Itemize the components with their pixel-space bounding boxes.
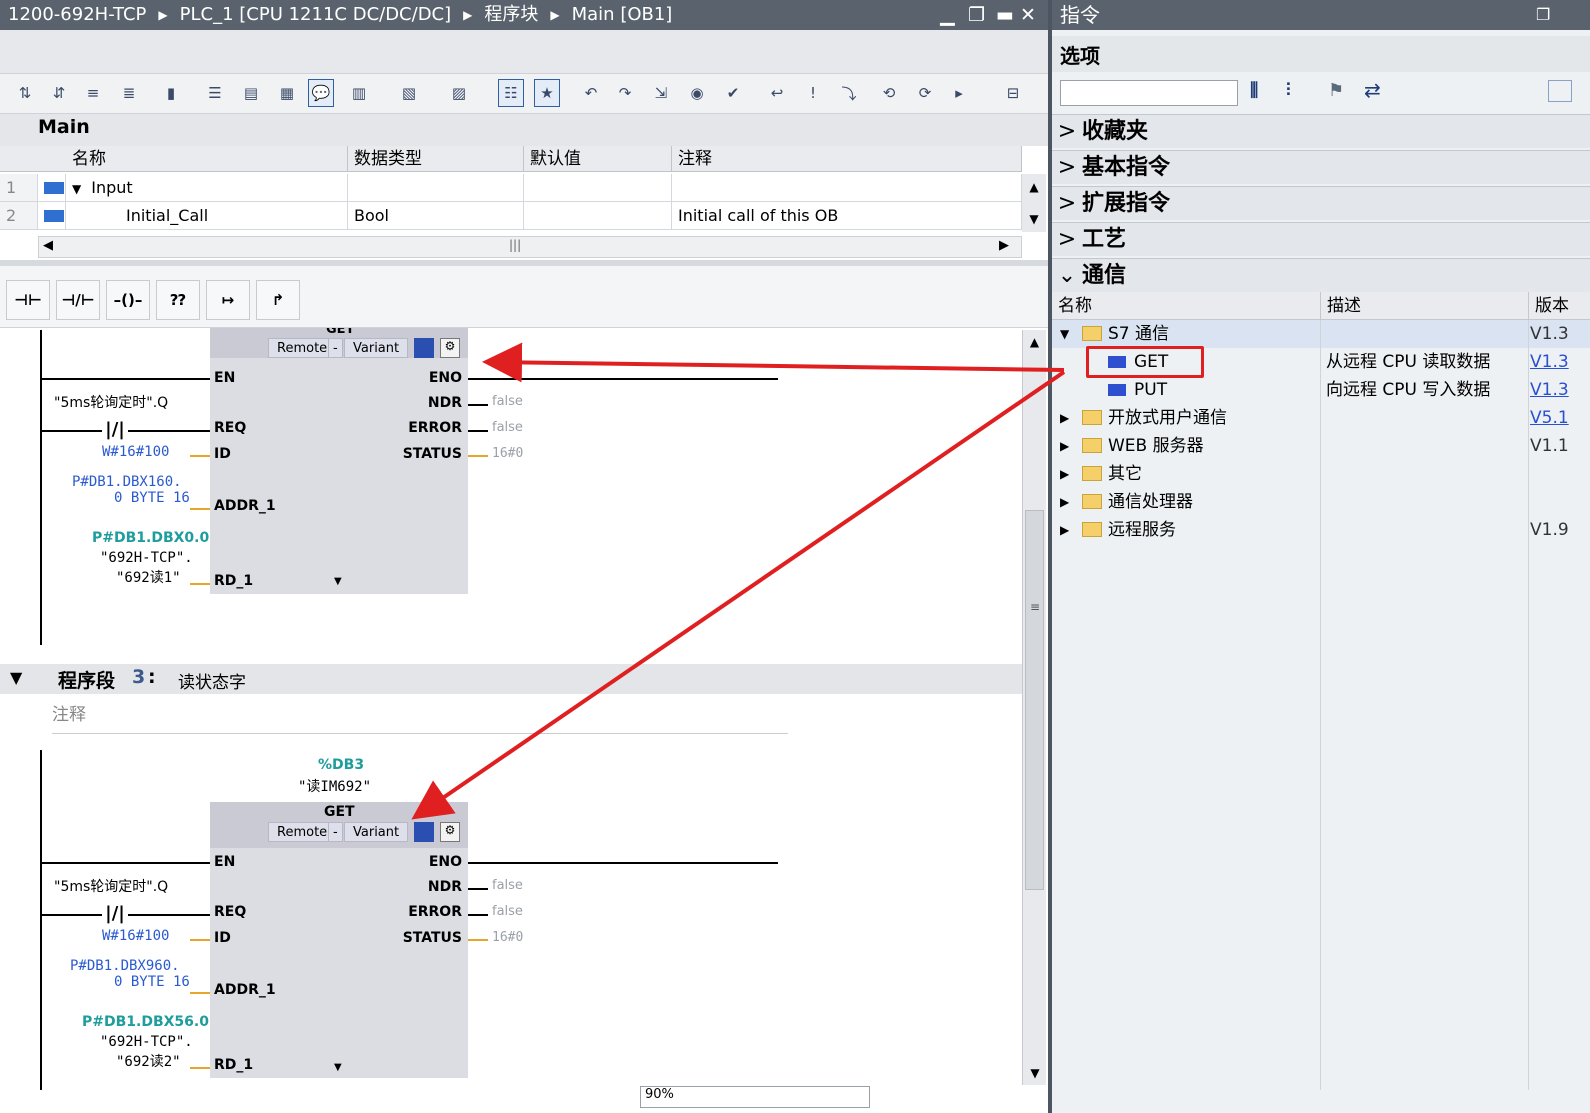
arrow-to-network3	[411, 370, 1066, 820]
annotation-arrows	[411, 342, 1066, 820]
arrow-to-network2	[482, 342, 1065, 383]
